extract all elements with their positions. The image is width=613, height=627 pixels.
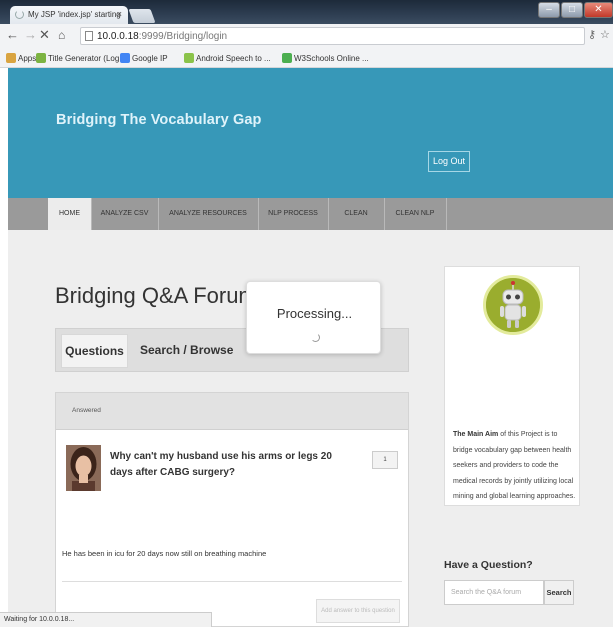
processing-dialog: Processing... [246, 281, 381, 354]
bookmarks-bar: Apps Title Generator (Log... Google IP Andr… [0, 48, 613, 68]
bookmark-icon [120, 53, 130, 63]
back-arrow-icon[interactable]: ← [6, 27, 19, 42]
star-icon[interactable]: ☆ [600, 28, 610, 41]
bookmark-icon [6, 53, 16, 63]
divider [62, 581, 402, 582]
minimize-button[interactable]: – [538, 2, 560, 18]
add-answer-button[interactable]: Add answer to this question [316, 599, 400, 623]
question-body: He has been in icu for 20 days now still… [62, 549, 267, 558]
bookmark-item[interactable]: Android Speech to ... [184, 53, 271, 63]
vote-count-button[interactable]: 1 [372, 451, 398, 469]
nav-separator [446, 198, 447, 230]
browser-toolbar: ← → ✕ ⌂ 10.0.0.18:9999/Bridging/login ⚷ … [0, 24, 613, 48]
tab-questions[interactable]: Questions [61, 334, 128, 368]
url-path: :9999/Bridging/login [138, 31, 228, 42]
nav-item-nlp-process[interactable]: NLP PROCESS [258, 198, 328, 230]
processing-text: Processing... [276, 306, 353, 321]
site-title: Bridging The Vocabulary Gap [56, 112, 262, 128]
home-icon[interactable]: ⌂ [58, 28, 65, 42]
url-host: 10.0.0.18 [97, 31, 139, 42]
bookmark-icon [282, 53, 292, 63]
nav-item-clean[interactable]: CLEAN [328, 198, 384, 230]
bookmark-item[interactable]: Google IP [120, 53, 168, 63]
question-title[interactable]: Why can't my husband use his arms or leg… [110, 449, 340, 481]
nav-item-home[interactable]: HOME [48, 198, 91, 230]
forward-arrow-icon[interactable]: → [24, 27, 37, 42]
bookmark-icon [36, 53, 46, 63]
search-button[interactable]: Search [544, 580, 574, 605]
page-icon [85, 31, 93, 41]
loading-spinner-icon [15, 10, 24, 19]
browser-tab[interactable]: My JSP 'index.jsp' starting × [10, 6, 128, 24]
stop-icon[interactable]: ✕ [39, 27, 50, 43]
bookmark-label: Google IP [132, 54, 168, 63]
new-tab-button[interactable] [128, 9, 156, 23]
loading-spinner-icon [311, 333, 320, 342]
nav-item-analyze-csv[interactable]: ANALYZE CSV [91, 198, 158, 230]
maximize-button[interactable]: □ [561, 2, 583, 18]
bookmark-item[interactable]: W3Schools Online ... [282, 53, 369, 63]
browser-status-bar: Waiting for 10.0.0.18... [0, 612, 212, 627]
key-icon[interactable]: ⚷ [588, 28, 596, 41]
bookmark-label: Apps [18, 54, 37, 63]
status-badge: Answered [72, 407, 101, 414]
bookmark-item[interactable]: Title Generator (Log... [36, 53, 126, 63]
tab-title: My JSP 'index.jsp' starting [28, 10, 121, 19]
close-tab-icon[interactable]: × [117, 9, 122, 19]
bookmark-label: W3Schools Online ... [294, 54, 369, 63]
bookmark-icon [184, 53, 194, 63]
browser-titlebar: My JSP 'index.jsp' starting × – □ ✕ [0, 0, 613, 24]
page-title: Bridging Q&A Forum [55, 283, 257, 308]
main-nav: HOME ANALYZE CSV ANALYZE RESOURCES NLP PROC… [8, 198, 613, 230]
robot-mascot-icon [483, 275, 543, 335]
nav-item-clean-nlp[interactable]: CLEAN NLP [384, 198, 446, 230]
address-bar[interactable]: 10.0.0.18:9999/Bridging/login [80, 27, 585, 45]
bookmark-label: Title Generator (Log... [48, 54, 126, 63]
have-question-heading: Have a Question? [444, 559, 533, 571]
logout-button[interactable]: Log Out [428, 151, 470, 172]
bookmark-item[interactable]: Apps [6, 53, 36, 63]
tab-search-browse[interactable]: Search / Browse [140, 334, 233, 368]
bookmark-label: Android Speech to ... [196, 54, 271, 63]
project-aim-card: The Main Aim of this Project is to bridg… [444, 266, 580, 506]
avatar [66, 445, 101, 491]
forum-search-input[interactable]: Search the Q&A forum [444, 580, 544, 605]
site-banner: Bridging The Vocabulary Gap Log Out [8, 68, 613, 198]
nav-item-analyze-resources[interactable]: ANALYZE RESOURCES [158, 198, 258, 230]
close-window-button[interactable]: ✕ [584, 2, 613, 18]
question-header: Answered [56, 393, 408, 430]
question-card: Answered Why can't my husband use his ar… [55, 392, 409, 627]
project-aim-text: The Main Aim of this Project is to bridg… [453, 431, 576, 500]
